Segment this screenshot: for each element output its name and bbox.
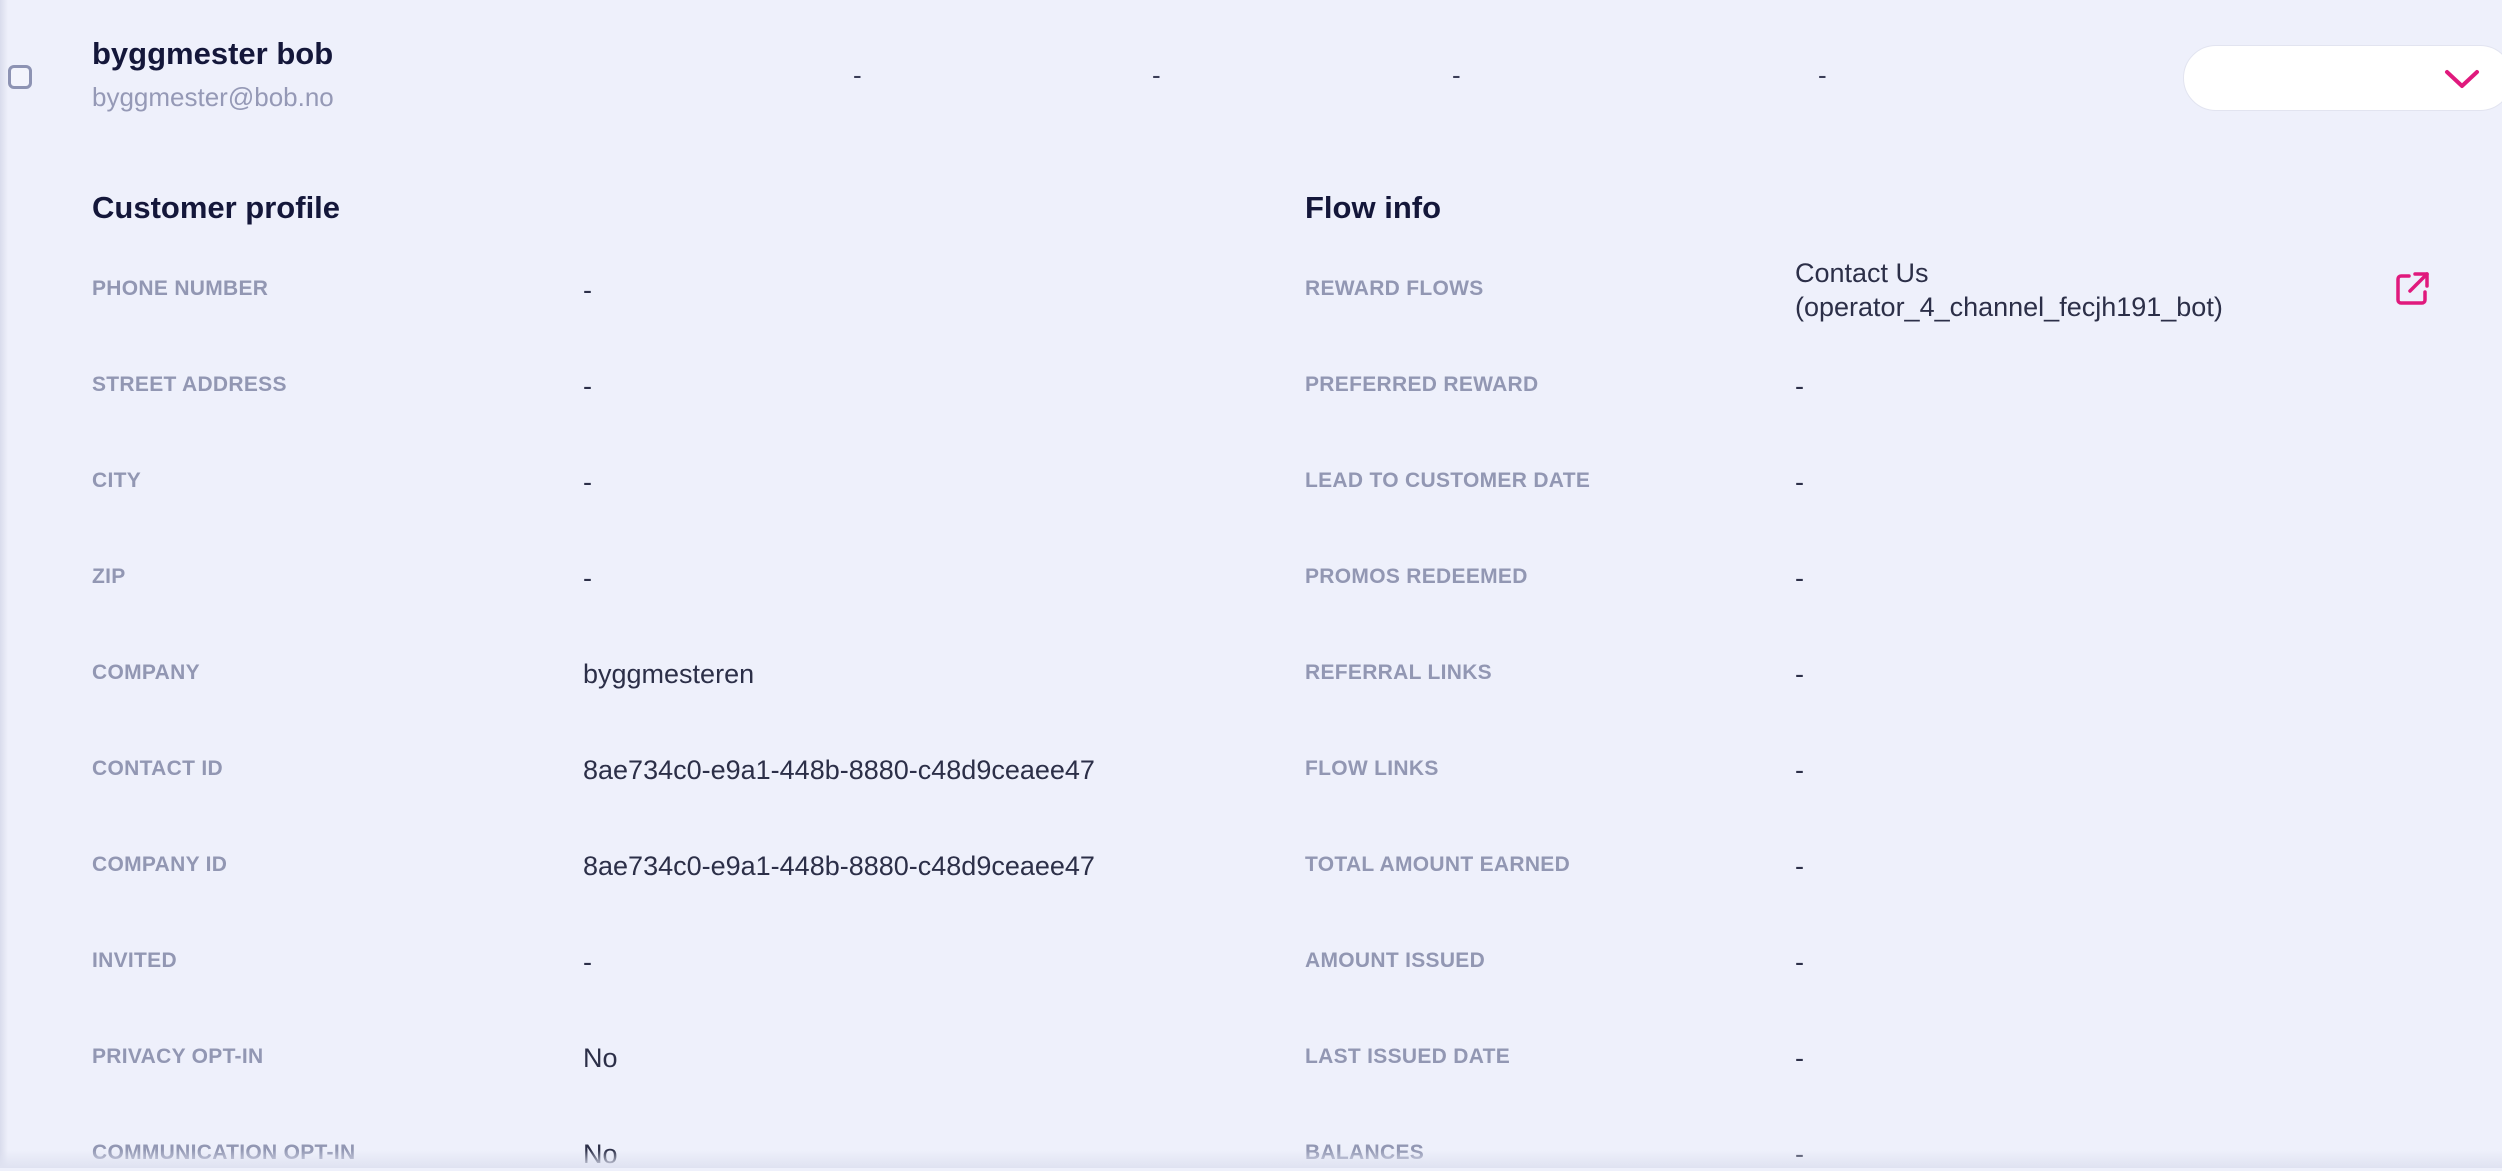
summary-cell-4: - — [1818, 60, 1827, 90]
customer-email: byggmester@bob.no — [92, 82, 334, 112]
page-left-edge — [0, 0, 8, 1168]
field-label-preferred-reward: PREFERRED REWARD — [1305, 373, 1539, 396]
field-value-city: - — [583, 467, 592, 497]
field-value-company-id: 8ae734c0-e9a1-448b-8880-c48d9ceaee47 — [583, 851, 1095, 881]
field-value-promos-redeemed: - — [1795, 563, 1804, 593]
field-value-flow-links: - — [1795, 755, 1804, 785]
field-label-street-address: STREET ADDRESS — [92, 373, 287, 396]
field-label-company: COMPANY — [92, 661, 200, 684]
field-value-invited: - — [583, 947, 592, 977]
field-label-phone-number: PHONE NUMBER — [92, 277, 269, 300]
field-value-reward-flows: Contact Us (operator_4_channel_fecjh191_… — [1795, 256, 2223, 324]
summary-cell-3: - — [1452, 60, 1461, 90]
field-label-flow-links: FLOW LINKS — [1305, 757, 1439, 780]
field-value-lead-to-customer-date: - — [1795, 467, 1804, 497]
reward-flow-name: Contact Us — [1795, 258, 1929, 288]
customer-name: byggmester bob — [92, 36, 334, 71]
field-value-street-address: - — [583, 371, 592, 401]
field-value-preferred-reward: - — [1795, 371, 1804, 401]
field-value-company: byggmesteren — [583, 659, 755, 689]
chevron-down-icon — [2445, 70, 2479, 88]
status-select[interactable] — [2183, 45, 2502, 111]
field-value-total-amount-earned: - — [1795, 851, 1804, 881]
flow-info-title: Flow info — [1305, 190, 1442, 225]
field-value-last-issued-date: - — [1795, 1043, 1804, 1073]
field-label-privacy-opt-in: PRIVACY OPT-IN — [92, 1045, 264, 1068]
row-checkbox[interactable] — [8, 65, 32, 89]
field-value-privacy-opt-in: No — [583, 1043, 618, 1073]
field-label-lead-to-customer-date: LEAD TO CUSTOMER DATE — [1305, 469, 1591, 492]
field-value-phone-number: - — [583, 275, 592, 305]
field-label-city: CITY — [92, 469, 142, 492]
field-label-company-id: COMPANY ID — [92, 853, 228, 876]
field-label-invited: INVITED — [92, 949, 177, 972]
field-label-contact-id: CONTACT ID — [92, 757, 223, 780]
summary-cell-1: - — [853, 60, 862, 90]
field-value-referral-links: - — [1795, 659, 1804, 689]
field-label-total-amount-earned: TOTAL AMOUNT EARNED — [1305, 853, 1571, 876]
field-label-reward-flows: REWARD FLOWS — [1305, 277, 1484, 300]
field-label-zip: ZIP — [92, 565, 126, 588]
field-value-amount-issued: - — [1795, 947, 1804, 977]
summary-cell-2: - — [1152, 60, 1161, 90]
field-value-contact-id: 8ae734c0-e9a1-448b-8880-c48d9ceaee47 — [583, 755, 1095, 785]
customer-profile-title: Customer profile — [92, 190, 341, 225]
reward-flow-bot: (operator_4_channel_fecjh191_bot) — [1795, 292, 2223, 322]
page-bottom-edge — [0, 1150, 2502, 1168]
external-link-icon[interactable] — [2393, 270, 2431, 308]
field-label-promos-redeemed: PROMOS REDEEMED — [1305, 565, 1528, 588]
field-value-zip: - — [583, 563, 592, 593]
field-label-referral-links: REFERRAL LINKS — [1305, 661, 1492, 684]
field-label-last-issued-date: LAST ISSUED DATE — [1305, 1045, 1511, 1068]
field-label-amount-issued: AMOUNT ISSUED — [1305, 949, 1486, 972]
